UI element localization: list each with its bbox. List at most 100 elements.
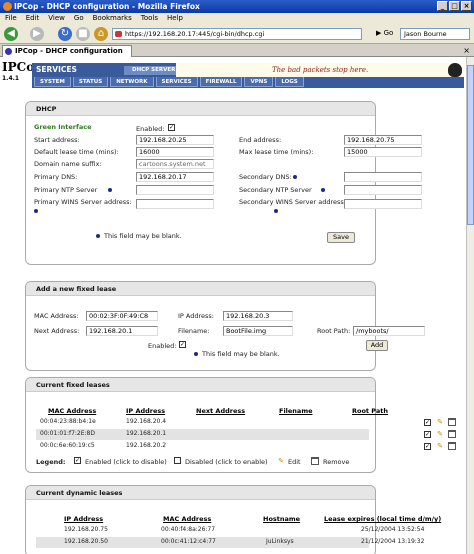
nav-services[interactable]: SERVICES [155, 77, 198, 87]
menu-tools[interactable]: Tools [141, 13, 158, 24]
col-root-path[interactable]: Root Path [352, 407, 388, 415]
close-window-button[interactable]: × [461, 1, 472, 11]
lease-enabled-checkbox[interactable]: ✓ [424, 431, 431, 438]
minimize-button[interactable]: _ [437, 1, 448, 11]
root-path-label: Root Path: [317, 327, 351, 335]
max-lease-input[interactable]: 15000 [344, 147, 422, 157]
menu-view[interactable]: View [48, 13, 65, 24]
next-address-input[interactable]: 192.168.20.1 [86, 326, 158, 336]
tab-dhcp[interactable]: IPCop - DHCP configuration [2, 45, 132, 57]
url-text: https://192.168.20.17:445/cgi-bin/dhcp.c… [125, 30, 265, 38]
nav-logs[interactable]: LOGS [275, 77, 304, 87]
col-dyn-ip-address[interactable]: IP Address [64, 515, 103, 523]
main-nav: SYSTEM STATUS NETWORK SERVICES FIREWALL … [32, 77, 464, 88]
primary-ntp-input[interactable] [136, 185, 214, 195]
secondary-wins-input[interactable] [344, 199, 422, 209]
search-input[interactable]: Jason Bourne [400, 28, 470, 40]
primary-ntp-label: Primary NTP Server [34, 186, 98, 194]
nav-firewall[interactable]: FIREWALL [199, 77, 243, 87]
col-dyn-mac-address[interactable]: MAC Address [163, 515, 211, 523]
secondary-dns-label: Secondary DNS: [239, 173, 292, 181]
legend-disabled-text: Disabled (click to enable) [185, 458, 268, 466]
ip-address-input[interactable]: 192.168.20.3 [223, 311, 293, 321]
table-row: 00:04:23:88:b4:1e 192.168.20.4 ✓ ✎ [36, 417, 456, 428]
mac-address-input[interactable]: 00:02:3F:0F:49:C8 [86, 311, 158, 321]
root-path-input[interactable]: /myboots/ [353, 326, 425, 336]
save-button[interactable]: Save [327, 232, 355, 243]
trash-icon[interactable] [448, 442, 456, 450]
edit-pencil-icon[interactable]: ✎ [436, 418, 444, 426]
filename-input[interactable]: BootFile.img [223, 326, 293, 336]
back-icon[interactable]: ◀ [4, 27, 18, 41]
secondary-dns-input[interactable] [344, 172, 422, 182]
go-button[interactable]: ▶ Go [376, 29, 393, 37]
navigation-toolbar: ◀ ▶ ↻ ■ ⌂ https://192.168.20.17:445/cgi-… [0, 24, 474, 44]
secondary-ntp-input[interactable] [344, 185, 422, 195]
secure-lock-icon [115, 31, 122, 37]
mac-address-label: MAC Address: [34, 312, 79, 320]
nav-system[interactable]: SYSTEM [34, 77, 71, 87]
domain-suffix-input[interactable]: cartoons.system.net [136, 159, 214, 169]
vertical-scrollbar[interactable] [466, 57, 474, 554]
default-lease-label: Default lease time (mins): [34, 148, 119, 156]
table-row: 00:0c:6e:60:19:c5 192.168.20.2 ✓ ✎ [36, 441, 456, 452]
col-filename[interactable]: Filename [279, 407, 313, 415]
nav-status[interactable]: STATUS [72, 77, 109, 87]
optional-field-dot [293, 175, 297, 179]
close-tab-icon[interactable]: × [463, 46, 470, 55]
maximize-button[interactable]: □ [449, 1, 460, 11]
max-lease-label: Max lease time (mins): [239, 148, 314, 156]
primary-dns-input[interactable]: 192.168.20.17 [136, 172, 214, 182]
legend-enabled-icon: ✓ [74, 457, 81, 464]
col-ip-address[interactable]: IP Address [126, 407, 165, 415]
menu-bar: File Edit View Go Bookmarks Tools Help [0, 13, 474, 24]
forward-icon[interactable]: ▶ [30, 27, 44, 41]
url-bar[interactable]: https://192.168.20.17:445/cgi-bin/dhcp.c… [112, 28, 362, 40]
lease-enabled-checkbox[interactable]: ✓ [424, 419, 431, 426]
secondary-ntp-label: Secondary NTP Server [239, 186, 312, 194]
end-address-input[interactable]: 192.168.20.75 [344, 135, 422, 145]
col-hostname[interactable]: Hostname [263, 515, 300, 523]
add-button[interactable]: Add [366, 340, 388, 351]
nav-network[interactable]: NETWORK [110, 77, 154, 87]
reload-icon[interactable]: ↻ [58, 27, 72, 41]
legend-remove-text: Remove [323, 458, 350, 466]
domain-suffix-label: Domain name suffix: [34, 160, 102, 168]
default-lease-input[interactable]: 16000 [136, 147, 214, 157]
col-next-address[interactable]: Next Address [196, 407, 245, 415]
blank-field-note: This field may be blank. [104, 232, 182, 240]
window-title: IPCop - DHCP configuration - Mozilla Fir… [14, 2, 200, 11]
menu-go[interactable]: Go [74, 13, 84, 24]
menu-file[interactable]: File [5, 13, 17, 24]
home-icon[interactable]: ⌂ [94, 27, 108, 41]
dynamic-leases-title: Current dynamic leases [26, 486, 375, 500]
optional-field-dot [194, 352, 198, 356]
col-lease-expires[interactable]: Lease expires (local time d/m/y) [324, 515, 441, 523]
edit-pencil-icon[interactable]: ✎ [436, 430, 444, 438]
scrollbar-thumb[interactable] [467, 65, 474, 225]
table-row: 00:01:01:f7:2E:8D 192.168.20.1 ✓ ✎ [36, 429, 456, 440]
lease-enabled-checkbox[interactable]: ✓ [424, 443, 431, 450]
fixed-enabled-label: Enabled: [148, 342, 177, 350]
end-address-label: End address: [239, 136, 282, 144]
enabled-label: Enabled: [136, 125, 165, 133]
primary-dns-label: Primary DNS: [34, 173, 78, 181]
table-row: 192.168.20.75 00:40:f4:8a:26:77 25/12/20… [36, 525, 424, 536]
fixed-enabled-checkbox[interactable]: ✓ [179, 341, 186, 348]
window-title-bar: IPCop - DHCP configuration - Mozilla Fir… [0, 0, 474, 13]
nav-vpns[interactable]: VPNS [244, 77, 274, 87]
col-mac-address[interactable]: MAC Address [48, 407, 96, 415]
primary-wins-input[interactable] [136, 199, 214, 209]
menu-bookmarks[interactable]: Bookmarks [93, 13, 132, 24]
dhcp-enabled-checkbox[interactable]: ✓ [168, 124, 175, 131]
stop-icon[interactable]: ■ [76, 27, 90, 41]
menu-edit[interactable]: Edit [26, 13, 40, 24]
trash-icon[interactable] [448, 418, 456, 426]
start-address-input[interactable]: 192.168.20.25 [136, 135, 214, 145]
add-fixed-lease-title: Add a new fixed lease [26, 282, 375, 296]
menu-help[interactable]: Help [167, 13, 183, 24]
fixed-leases-title: Current fixed leases [26, 378, 375, 392]
edit-pencil-icon[interactable]: ✎ [436, 442, 444, 450]
optional-field-dot [274, 209, 278, 213]
trash-icon[interactable] [448, 430, 456, 438]
